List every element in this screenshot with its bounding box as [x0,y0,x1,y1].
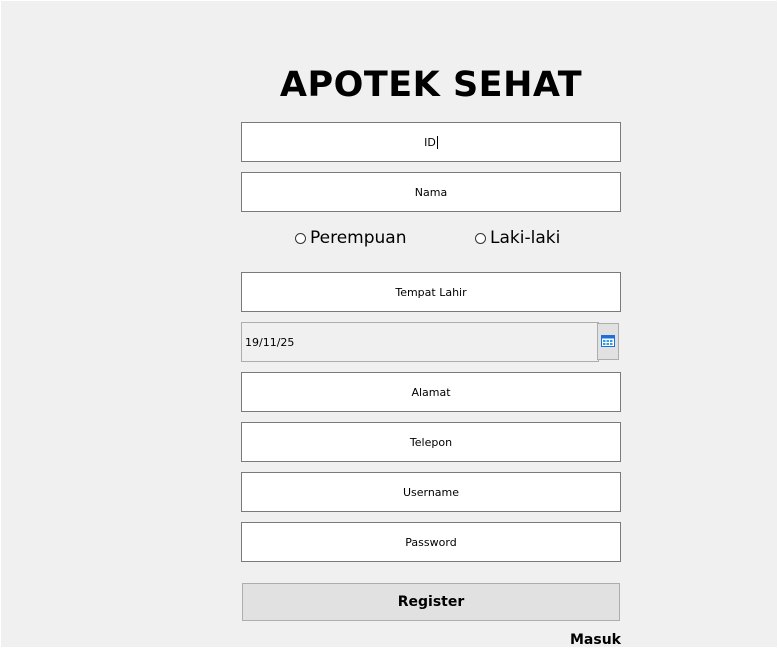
username-placeholder: Username [402,485,460,499]
calendar-icon [601,332,615,351]
radio-laki-laki[interactable]: Laki-laki [475,226,560,250]
tanggal-lahir-field[interactable]: 19/11/25 [241,322,599,362]
text-caret [436,135,438,149]
app-title: APOTEK SEHAT [279,65,583,105]
password-placeholder: Password [405,535,457,549]
radio-perempuan[interactable]: Perempuan [295,226,407,250]
register-button-label: Register [397,594,465,610]
masuk-link[interactable]: Masuk [570,632,621,648]
id-field[interactable]: ID [241,122,621,162]
radio-perempuan-label: Perempuan [310,228,407,248]
alamat-field[interactable]: Alamat [241,372,621,412]
radio-laki-laki-label: Laki-laki [490,228,561,248]
alamat-placeholder: Alamat [411,385,451,399]
date-picker-button[interactable] [597,323,619,360]
telepon-placeholder: Telepon [409,435,453,449]
tempat-lahir-placeholder: Tempat Lahir [395,285,467,299]
radio-circle-icon [295,232,306,244]
tanggal-lahir-value: 19/11/25 [245,335,295,349]
tempat-lahir-field[interactable]: Tempat Lahir [241,272,621,312]
radio-circle-icon [475,232,486,244]
nama-field-placeholder: Nama [414,185,448,199]
id-field-value: ID [424,135,436,149]
username-field[interactable]: Username [241,472,621,512]
register-button[interactable]: Register [242,583,620,621]
password-field[interactable]: Password [241,522,621,562]
nama-field[interactable]: Nama [241,172,621,212]
telepon-field[interactable]: Telepon [241,422,621,462]
